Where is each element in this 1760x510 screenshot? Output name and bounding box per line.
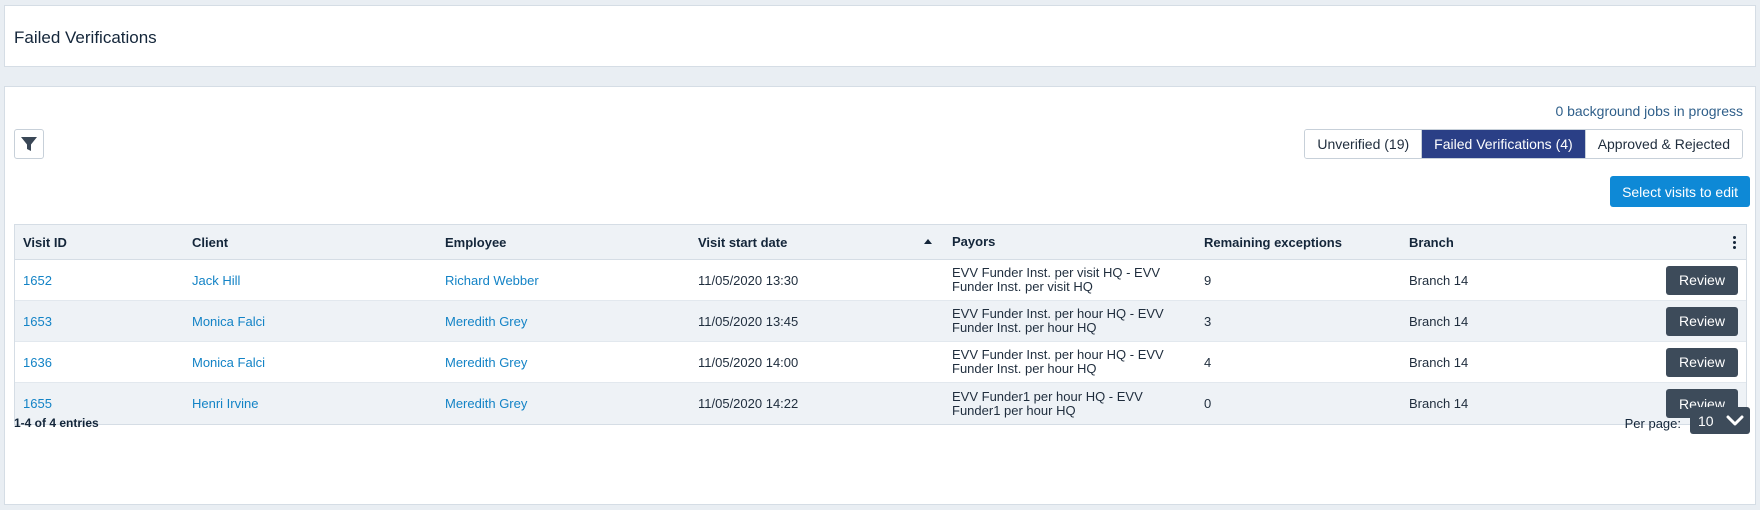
column-header-actions: [1551, 235, 1746, 249]
visit-start-date: 11/05/2020 14:22: [698, 396, 799, 411]
row-actions: Review: [1551, 347, 1746, 377]
payors: EVV Funder Inst. per hour HQ - EVV Funde…: [952, 306, 1164, 335]
per-page-select[interactable]: 10: [1690, 407, 1750, 434]
table-row: 1655 Henri Irvine Meredith Grey 11/05/20…: [15, 383, 1746, 424]
payors: EVV Funder1 per hour HQ - EVV Funder1 pe…: [952, 388, 1143, 418]
branch: Branch 14: [1409, 272, 1469, 288]
entries-count: 1-4 of 4 entries: [14, 416, 99, 430]
visit-start-date: 11/05/2020 14:00: [698, 354, 799, 370]
tab-approved-rejected[interactable]: Approved & Rejected: [1585, 130, 1742, 158]
background-jobs-status[interactable]: 0 background jobs in progress: [1555, 103, 1743, 119]
branch: Branch 14: [1409, 354, 1469, 370]
select-visits-button[interactable]: Select visits to edit: [1610, 176, 1750, 207]
remaining-exceptions: 0: [1204, 396, 1212, 411]
review-button[interactable]: Review: [1666, 306, 1738, 336]
column-header-employee[interactable]: Employee: [437, 235, 690, 250]
verifications-panel: 0 background jobs in progress Unverified…: [4, 86, 1756, 505]
employee-link[interactable]: Meredith Grey: [437, 355, 690, 370]
row-actions: Review: [1551, 306, 1746, 336]
per-page-value: 10: [1698, 412, 1714, 429]
column-header-client[interactable]: Client: [184, 235, 437, 250]
remaining-exceptions: 4: [1204, 354, 1212, 370]
visit-start-date: 11/05/2020 13:30: [698, 272, 799, 288]
column-header-visit-start-date-label: Visit start date: [698, 234, 788, 250]
payors: EVV Funder Inst. per hour HQ - EVV Funde…: [952, 347, 1164, 376]
review-button[interactable]: Review: [1666, 265, 1738, 295]
client-link[interactable]: Monica Falci: [184, 355, 437, 370]
remaining-exceptions: 9: [1204, 272, 1212, 288]
employee-link[interactable]: Meredith Grey: [437, 314, 690, 329]
page-title: Failed Verifications: [14, 28, 157, 47]
page-header: Failed Verifications: [4, 5, 1756, 67]
kebab-menu-icon[interactable]: [1733, 235, 1736, 249]
per-page-label: Per page:: [1624, 416, 1681, 431]
payors: EVV Funder Inst. per visit HQ - EVV Fund…: [952, 265, 1161, 294]
table-row: 1636 Monica Falci Meredith Grey 11/05/20…: [15, 342, 1746, 383]
client-link[interactable]: Henri Irvine: [184, 396, 437, 411]
client-link[interactable]: Jack Hill: [184, 273, 437, 288]
visit-id-link[interactable]: 1636: [15, 355, 184, 370]
visit-id-link[interactable]: 1653: [15, 314, 184, 329]
visit-start-date: 11/05/2020 13:45: [698, 313, 799, 329]
column-header-branch[interactable]: Branch: [1401, 235, 1551, 250]
remaining-exceptions: 3: [1204, 313, 1212, 329]
visits-table: Visit ID Client Employee Visit start dat…: [14, 224, 1747, 425]
row-actions: Review: [1551, 265, 1746, 295]
visit-id-link[interactable]: 1655: [15, 396, 184, 411]
branch: Branch 14: [1409, 396, 1469, 411]
employee-link[interactable]: Richard Webber: [437, 273, 690, 288]
column-header-visit-start-date[interactable]: Visit start date: [690, 235, 944, 250]
filter-icon: [21, 137, 37, 151]
filter-button[interactable]: [14, 129, 44, 159]
table-row: 1653 Monica Falci Meredith Grey 11/05/20…: [15, 301, 1746, 342]
sort-ascending-icon[interactable]: [924, 239, 932, 244]
client-link[interactable]: Monica Falci: [184, 314, 437, 329]
branch: Branch 14: [1409, 313, 1469, 329]
table-row: 1652 Jack Hill Richard Webber 11/05/2020…: [15, 260, 1746, 301]
column-header-visit-id[interactable]: Visit ID: [15, 235, 184, 250]
visit-id-link[interactable]: 1652: [15, 273, 184, 288]
tab-failed-verifications[interactable]: Failed Verifications (4): [1422, 130, 1586, 158]
employee-link[interactable]: Meredith Grey: [437, 396, 690, 411]
column-header-remaining-exceptions[interactable]: Remaining exceptions: [1196, 235, 1401, 250]
table-header-row: Visit ID Client Employee Visit start dat…: [15, 225, 1746, 260]
column-header-payors[interactable]: Payors: [944, 235, 1196, 249]
tab-unverified[interactable]: Unverified (19): [1305, 130, 1423, 158]
review-button[interactable]: Review: [1666, 347, 1738, 377]
chevron-down-icon: [1726, 415, 1744, 425]
status-tabs: Unverified (19) Failed Verifications (4)…: [1304, 129, 1743, 159]
